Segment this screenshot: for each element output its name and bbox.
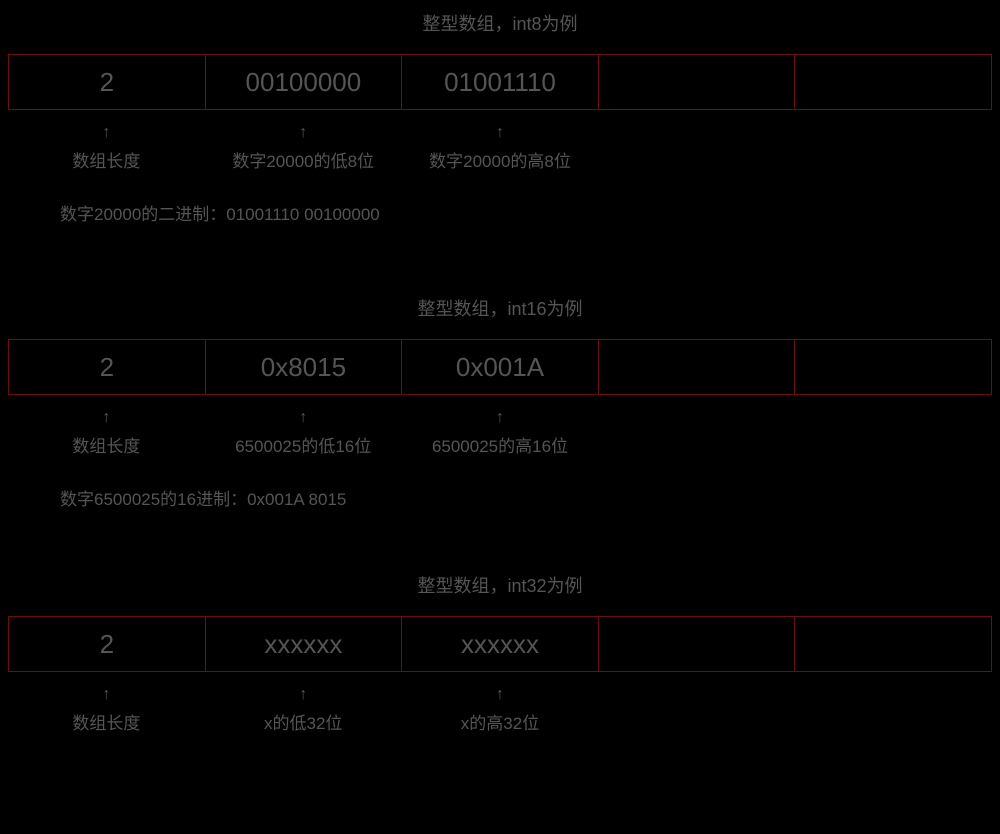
arrow-up-icon: ↑ [102,125,110,141]
section-title: 整型数组，int32为例 [0,562,1000,616]
annotation-empty [598,125,795,172]
annotation-label: 数字20000的高8位 [429,147,571,172]
section-title: 整型数组，int16为例 [0,285,1000,339]
annotation-empty [598,687,795,734]
annotation: ↑ 数字20000的低8位 [205,125,402,172]
arrow-up-icon: ↑ [496,687,504,703]
cell [795,340,991,394]
cell: xxxxxx [206,617,403,671]
explanation-text: 数字20000的二进制：01001110 00100000 [0,172,1000,225]
cell: 2 [9,55,206,109]
byte-cells: 2 0x8015 0x001A [8,339,992,395]
annotation: ↑ 6500025的高16位 [402,410,599,457]
annotation-row: ↑ 数组长度 ↑ 6500025的低16位 ↑ 6500025的高16位 [8,395,992,457]
arrow-up-icon: ↑ [102,410,110,426]
cell: 2 [9,617,206,671]
annotation-label: 数组长度 [72,432,140,457]
spacer [0,225,1000,285]
annotation-empty [795,687,992,734]
annotation-empty [795,410,992,457]
annotation-label: 数组长度 [72,147,140,172]
annotation-label: 6500025的低16位 [235,432,371,457]
annotation: ↑ 数字20000的高8位 [402,125,599,172]
annotation-row: ↑ 数组长度 ↑ 数字20000的低8位 ↑ 数字20000的高8位 [8,110,992,172]
arrow-up-icon: ↑ [299,125,307,141]
section-int32: 整型数组，int32为例 2 xxxxxx xxxxxx ↑ 数组长度 ↑ x的… [0,562,1000,734]
section-int16: 整型数组，int16为例 2 0x8015 0x001A ↑ 数组长度 ↑ 65… [0,285,1000,510]
arrow-up-icon: ↑ [299,410,307,426]
cell: 00100000 [206,55,403,109]
cell [599,55,796,109]
annotation: ↑ 6500025的低16位 [205,410,402,457]
section-int8: 整型数组，int8为例 2 00100000 01001110 ↑ 数组长度 ↑… [0,0,1000,225]
annotation: ↑ x的低32位 [205,687,402,734]
cell: 0x8015 [206,340,403,394]
annotation-empty [598,410,795,457]
annotation: ↑ 数组长度 [8,125,205,172]
spacer [0,510,1000,562]
annotation-row: ↑ 数组长度 ↑ x的低32位 ↑ x的高32位 [8,672,992,734]
annotation-label: x的高32位 [461,709,539,734]
annotation-label: 数字20000的低8位 [232,147,374,172]
annotation-label: 6500025的高16位 [432,432,568,457]
byte-cells: 2 00100000 01001110 [8,54,992,110]
cell: xxxxxx [402,617,599,671]
arrow-up-icon: ↑ [496,410,504,426]
section-title: 整型数组，int8为例 [0,0,1000,54]
arrow-up-icon: ↑ [496,125,504,141]
cell [599,617,796,671]
byte-cells: 2 xxxxxx xxxxxx [8,616,992,672]
annotation-label: x的低32位 [264,709,342,734]
cell [795,55,991,109]
annotation: ↑ x的高32位 [402,687,599,734]
cell [599,340,796,394]
cell: 2 [9,340,206,394]
annotation-empty [795,125,992,172]
cell [795,617,991,671]
annotation: ↑ 数组长度 [8,687,205,734]
annotation-label: 数组长度 [72,709,140,734]
cell: 01001110 [402,55,599,109]
annotation: ↑ 数组长度 [8,410,205,457]
arrow-up-icon: ↑ [102,687,110,703]
explanation-text: 数字6500025的16进制：0x001A 8015 [0,457,1000,510]
cell: 0x001A [402,340,599,394]
arrow-up-icon: ↑ [299,687,307,703]
